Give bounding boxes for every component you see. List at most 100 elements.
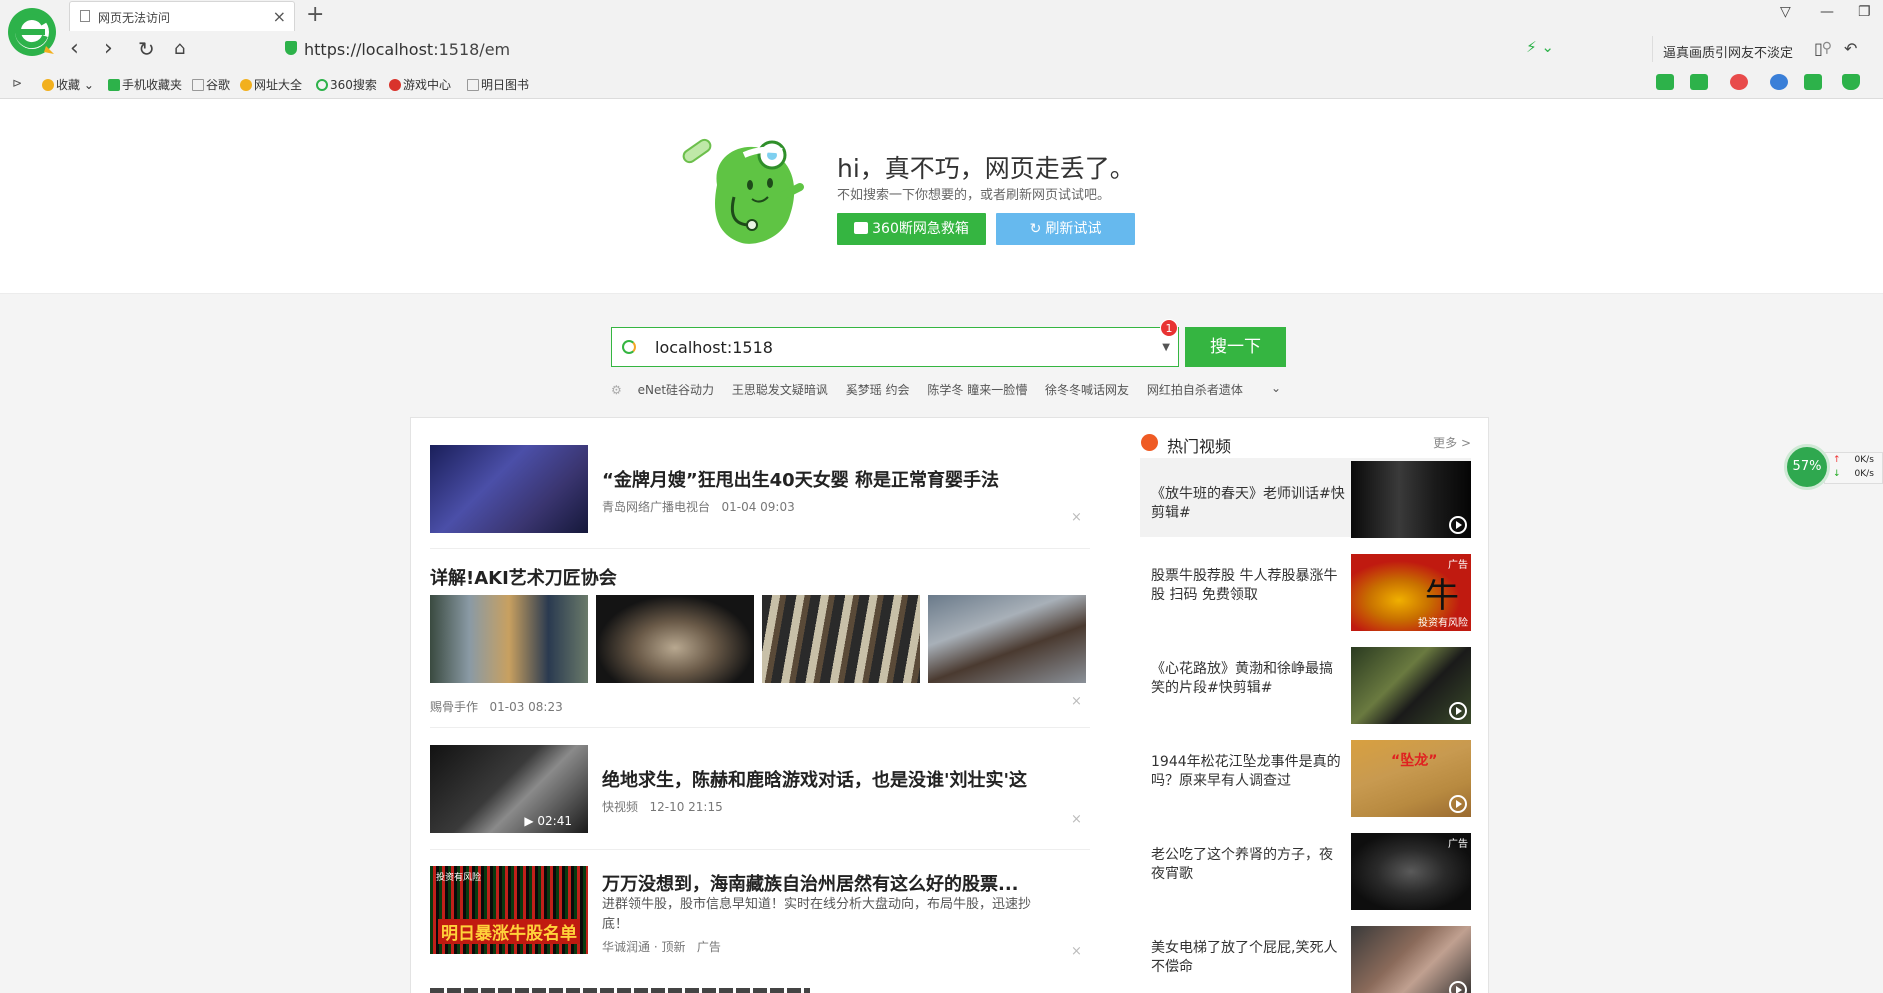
- net-speed-panel: ↑ 0K/s ↓ 0K/s: [1824, 452, 1883, 484]
- news-thumbnail[interactable]: [762, 595, 920, 683]
- video-item[interactable]: 美女电梯了放了个屁屁,笑死人不偿命: [1140, 923, 1471, 993]
- news-thumbnail[interactable]: [430, 445, 588, 533]
- page-icon: [80, 10, 90, 22]
- browser-logo-icon[interactable]: [6, 6, 58, 58]
- security-shield-icon[interactable]: [1842, 74, 1860, 90]
- hot-word[interactable]: 奚梦瑶 约会: [846, 383, 910, 397]
- ad-thumbnail: 广告 牛 投资有风险: [1351, 554, 1471, 631]
- search-button[interactable]: 搜一下: [1185, 327, 1286, 367]
- hot-word[interactable]: 陈学冬 瞳来一脸懵: [927, 383, 1027, 397]
- tab-title: 网页无法访问: [98, 11, 171, 25]
- news-title[interactable]: 万万没想到，海南藏族自治州居然有这么好的股票...: [602, 870, 1019, 896]
- settings-gear-icon[interactable]: ⚙: [611, 383, 622, 397]
- secure-shield-icon: [285, 41, 297, 55]
- screenshot-icon[interactable]: [1730, 74, 1748, 90]
- undo-icon[interactable]: ↶: [1844, 36, 1857, 62]
- hot-word[interactable]: 徐冬冬喊话网友: [1045, 383, 1129, 397]
- speed-mode-icon[interactable]: ⚡ ⌄: [1526, 38, 1554, 56]
- video-item[interactable]: 《放牛班的春天》老师训话#快剪辑#: [1140, 458, 1471, 538]
- refresh-button-label: 刷新试试: [1045, 221, 1102, 237]
- news-meta: 赐骨手作 01-03 08:23: [430, 700, 563, 714]
- search-input[interactable]: localhost:1518 ▼: [611, 327, 1179, 367]
- net-speed-widget[interactable]: ↑ 0K/s ↓ 0K/s 57%: [1784, 444, 1883, 490]
- dismiss-icon[interactable]: ×: [1071, 944, 1082, 959]
- video-title: 《放牛班的春天》老师训话#快剪辑#: [1151, 486, 1345, 521]
- error-title: hi，真不巧，网页走丢了。: [837, 154, 1135, 183]
- bookmark-mingri-books[interactable]: 明日图书: [467, 76, 529, 93]
- truncated-news-title: [430, 988, 810, 993]
- download-speed: ↓ 0K/s: [1833, 469, 1874, 479]
- hot-word[interactable]: 网红拍自杀者遗体: [1147, 383, 1243, 397]
- refresh-button[interactable]: ↻ 刷新试试: [996, 213, 1135, 245]
- chevron-down-icon[interactable]: ▼: [1162, 342, 1170, 353]
- minimize-icon[interactable]: —: [1820, 4, 1834, 20]
- ad-risk-label: 投资有风险: [1418, 618, 1468, 629]
- page-icon: [467, 79, 479, 91]
- ad-thumbnail[interactable]: 投资有风险 明日暴涨牛股名单: [430, 866, 588, 954]
- ad-thumbnail: 广告: [1351, 833, 1471, 910]
- chevron-down-icon[interactable]: ⌄: [1271, 381, 1281, 395]
- skin-icon[interactable]: ▽: [1780, 4, 1791, 20]
- video-item[interactable]: 老公吃了这个养肾的方子，夜夜宵歌 广告: [1140, 830, 1471, 910]
- dismiss-icon[interactable]: ×: [1071, 694, 1082, 709]
- close-tab-icon[interactable]: ×: [273, 7, 286, 26]
- news-thumbnail[interactable]: [430, 595, 588, 683]
- video-item[interactable]: 股票牛股荐股 牛人荐股暴涨牛股 扫码 免费领取 广告 牛 投资有风险: [1140, 551, 1471, 631]
- back-icon[interactable]: ‹: [70, 36, 79, 62]
- play-icon: [1449, 981, 1467, 993]
- news-feed-card: “金牌月嫂”狂甩出生40天女婴 称是正常育婴手法 青岛网络广播电视台 01-04…: [410, 417, 1489, 993]
- device-icon[interactable]: ▯: [1814, 36, 1823, 62]
- video-thumbnail: “坠龙”: [1351, 740, 1471, 817]
- refresh-icon: ↻: [1029, 221, 1042, 237]
- hot-word[interactable]: eNet硅谷动力: [638, 383, 714, 397]
- memory-percent[interactable]: 57%: [1784, 444, 1830, 490]
- tab-active[interactable]: 网页无法访问 ×: [69, 1, 295, 31]
- upload-speed: ↑ 0K/s: [1833, 455, 1874, 465]
- video-title: 老公吃了这个养肾的方子，夜夜宵歌: [1151, 847, 1333, 882]
- video-title: 股票牛股荐股 牛人荐股暴涨牛股 扫码 免费领取: [1151, 568, 1338, 603]
- hot-videos-title: 热门视频: [1167, 437, 1232, 456]
- sidebar-toggle-icon[interactable]: ⊳: [12, 76, 22, 90]
- news-meta: 华诚润通 · 顶新 广告: [602, 940, 721, 954]
- bookmark-game-center[interactable]: 游戏中心: [389, 76, 451, 93]
- bookmark-mobile-favorites[interactable]: 手机收藏夹: [108, 76, 182, 93]
- dismiss-icon[interactable]: ×: [1071, 812, 1082, 827]
- new-tab-button[interactable]: +: [306, 2, 324, 27]
- news-thumbnail[interactable]: [928, 595, 1086, 683]
- reload-icon[interactable]: ↻: [138, 36, 155, 62]
- translate-icon[interactable]: [1690, 74, 1708, 90]
- news-title[interactable]: “金牌月嫂”狂甩出生40天女婴 称是正常育婴手法: [602, 466, 999, 492]
- hot-videos-header: 热门视频 更多 >: [1141, 432, 1471, 456]
- dismiss-icon[interactable]: ×: [1071, 510, 1082, 525]
- bookmark-google[interactable]: 谷歌: [192, 76, 230, 93]
- video-item[interactable]: 1944年松花江坠龙事件是真的吗？原来早有人调查过 “坠龙”: [1140, 737, 1471, 817]
- navigation-bar: ‹ › ↻ ⌂ https://localhost:1518/em ⚡ ⌄ 逼真…: [62, 32, 1883, 66]
- forward-icon[interactable]: ›: [104, 36, 113, 62]
- gamepad-icon[interactable]: [1804, 74, 1822, 90]
- bull-character: 牛: [1425, 576, 1459, 616]
- dragon-tag: “坠龙”: [1391, 753, 1438, 769]
- video-title: 1944年松花江坠龙事件是真的吗？原来早有人调查过: [1151, 754, 1341, 789]
- so360-logo-icon: [622, 340, 636, 354]
- hot-word[interactable]: 王思聪发文疑暗讽: [732, 383, 828, 397]
- video-thumbnail[interactable]: ▶ 02:41: [430, 745, 588, 833]
- search-icon[interactable]: ⚲: [1822, 40, 1832, 56]
- reader-icon[interactable]: [1656, 74, 1674, 90]
- browser-chrome: 网页无法访问 × + ▽ — ❐ ‹ › ↻ ⌂ https://localho…: [0, 0, 1883, 99]
- address-bar[interactable]: https://localhost:1518/em ⚡ ⌄: [280, 36, 1650, 62]
- home-icon[interactable]: ⌂: [174, 36, 185, 62]
- news-title[interactable]: 绝地求生，陈赫和鹿晗游戏对话，也是没谁'刘壮实'这: [602, 766, 1027, 792]
- news-title[interactable]: 详解!AKI艺术刀匠协会: [430, 564, 617, 590]
- news-thumbnail[interactable]: [596, 595, 754, 683]
- restore-icon[interactable]: ❐: [1858, 4, 1871, 20]
- video-title: 美女电梯了放了个屁屁,笑死人不偿命: [1151, 940, 1338, 975]
- video-item[interactable]: 《心花路放》黄渤和徐峥最搞笑的片段#快剪辑#: [1140, 644, 1471, 724]
- network-rescue-button[interactable]: 360断网急救箱: [837, 213, 986, 245]
- bookmark-favorites[interactable]: 收藏 ⌄: [42, 76, 94, 93]
- page-icon: [192, 79, 204, 91]
- bookmark-hao360[interactable]: 网址大全: [240, 76, 302, 93]
- bookmark-360search[interactable]: 360搜索: [316, 76, 377, 93]
- search-tool-icon[interactable]: [1770, 74, 1788, 90]
- more-link[interactable]: 更多 >: [1433, 434, 1471, 451]
- ad-risk-label: 投资有风险: [436, 873, 482, 883]
